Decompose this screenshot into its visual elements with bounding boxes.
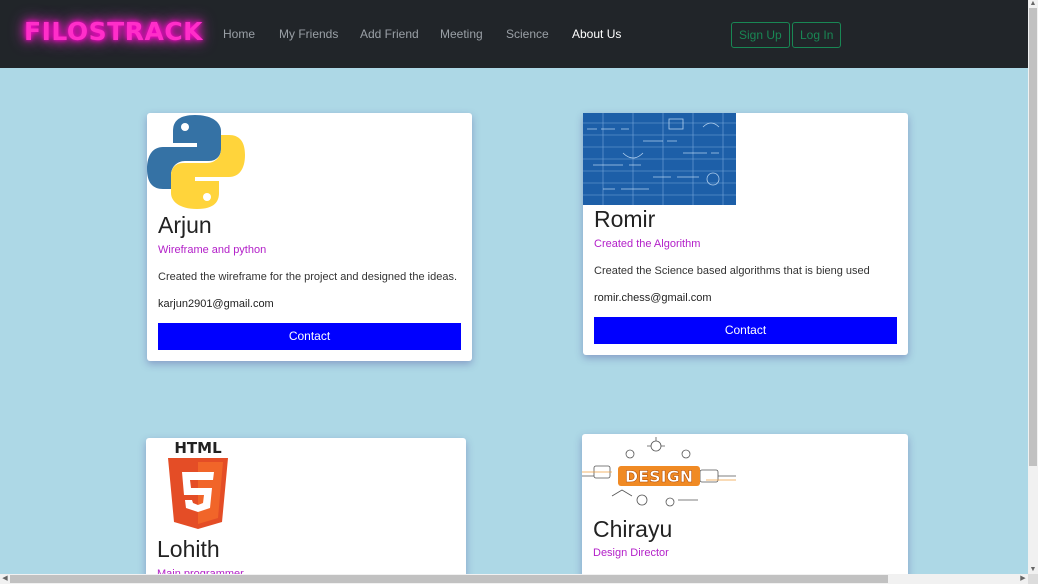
member-card-lohith: HTML Lohith Main programmer [146,438,466,584]
nav-science[interactable]: Science [506,27,549,41]
signup-button[interactable]: Sign Up [731,22,790,48]
member-description: Created the Science based algorithms tha… [594,265,870,277]
design-image-text: DESIGN [625,467,693,486]
nav-add-friend[interactable]: Add Friend [360,27,419,41]
contact-button[interactable]: Contact [158,323,461,350]
brand-logo[interactable]: FILOSTRACK [24,17,203,46]
scrollbar-corner [1028,574,1038,584]
member-card-chirayu: DESIGN Chirayu Design Director [582,434,908,584]
blueprint-math-image [583,113,736,205]
nav-meeting[interactable]: Meeting [440,27,483,41]
member-name: Arjun [158,212,212,238]
navbar: FILOSTRACK Home My Friends Add Friend Me… [0,0,1028,68]
contact-button[interactable]: Contact [594,317,897,344]
html5-logo-text: HTML [174,439,222,457]
design-illustration-image: DESIGN [582,437,736,507]
nav-about-us[interactable]: About Us [572,27,621,41]
python-logo-icon [147,115,245,209]
horizontal-scrollbar-thumb[interactable] [10,575,888,583]
login-button[interactable]: Log In [792,22,842,48]
member-name: Romir [594,206,656,232]
nav-home[interactable]: Home [223,27,255,41]
html5-logo-icon: HTML [168,439,228,529]
nav-my-friends[interactable]: My Friends [279,27,338,41]
member-card-arjun: Arjun Wireframe and python Created the w… [147,113,472,361]
member-role: Design Director [593,547,669,559]
member-role: Created the Algorithm [594,238,701,250]
member-name: Lohith [157,536,220,562]
member-email: romir.chess@gmail.com [594,292,712,304]
scroll-right-arrow-icon[interactable]: ▶ [1018,574,1028,584]
member-name: Chirayu [593,516,673,542]
vertical-scrollbar-thumb[interactable] [1029,8,1037,466]
scroll-up-arrow-icon[interactable]: ▲ [1028,0,1038,9]
member-role: Wireframe and python [158,244,267,256]
member-card-romir: Romir Created the Algorithm Created the … [583,113,908,355]
member-description: Created the wireframe for the project an… [158,271,458,283]
scroll-left-arrow-icon[interactable]: ◀ [0,574,10,584]
member-email: karjun2901@gmail.com [158,298,274,310]
